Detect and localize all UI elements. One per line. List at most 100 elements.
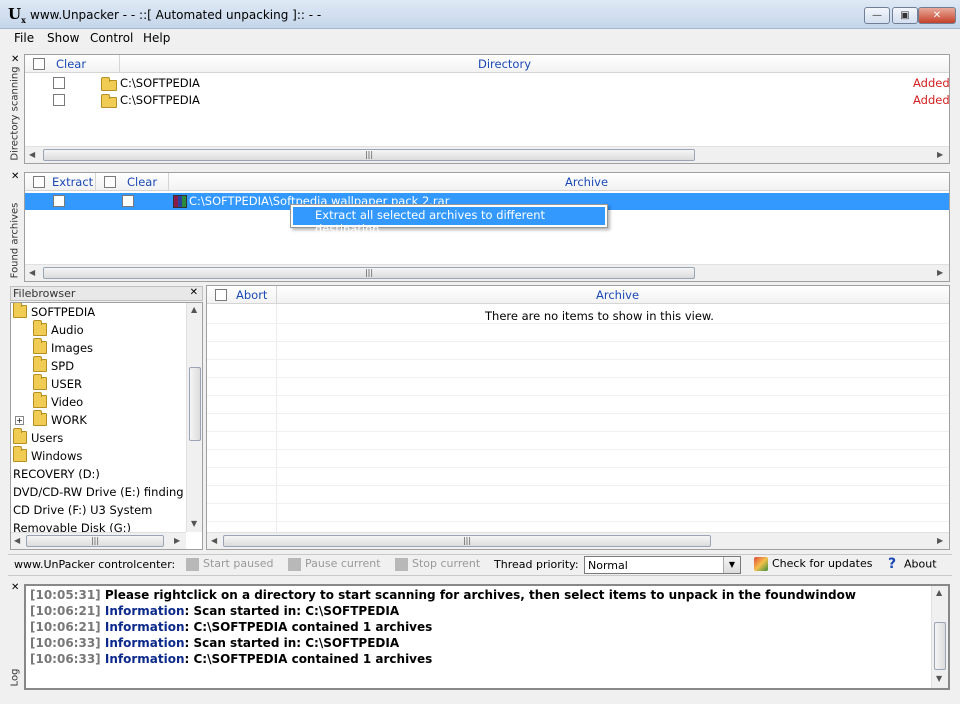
grid-line <box>207 467 949 468</box>
scroll-right-icon[interactable]: ▶ <box>937 150 943 159</box>
row-checkbox[interactable] <box>53 77 65 89</box>
start-paused-icon <box>186 557 199 571</box>
scrollbar-thumb[interactable]: ||| <box>43 149 695 161</box>
tree-item-label: RECOVERY (D:) <box>13 467 100 481</box>
tree-item[interactable]: Video <box>33 392 84 409</box>
select-all-abort-checkbox[interactable] <box>215 289 227 301</box>
start-paused-button[interactable]: Start paused <box>186 557 274 573</box>
horizontal-scrollbar[interactable]: ◀ ||| ▶ <box>11 532 186 549</box>
minimize-button[interactable]: — <box>864 7 890 24</box>
scroll-left-icon[interactable]: ◀ <box>14 536 20 545</box>
extract-to-destination-menu-item[interactable]: Extract all selected archives to differe… <box>293 207 605 236</box>
clear-header[interactable]: Clear <box>56 57 86 71</box>
log-timestamp: [10:06:21] <box>30 604 101 618</box>
tree-item[interactable]: SOFTPEDIA <box>13 303 95 319</box>
maximize-button[interactable]: ▣ <box>892 7 918 24</box>
extract-checkbox[interactable] <box>53 195 65 207</box>
scroll-right-icon[interactable]: ▶ <box>937 536 943 545</box>
menu-show[interactable]: Show <box>47 31 79 45</box>
controlcenter-label: www.UnPacker controlcenter: <box>14 558 176 571</box>
scrollbar-thumb[interactable] <box>934 622 946 670</box>
scrollbar-thumb[interactable] <box>189 367 201 441</box>
log-message: Please rightclick on a directory to star… <box>104 588 856 602</box>
tree-item[interactable]: Users <box>13 428 64 445</box>
scroll-up-icon[interactable]: ▲ <box>936 588 942 597</box>
select-all-extract-checkbox[interactable] <box>33 176 45 188</box>
scroll-up-icon[interactable]: ▲ <box>191 305 197 314</box>
tree-item[interactable]: + WORK <box>15 410 87 427</box>
tree-item[interactable]: SPD <box>33 356 75 373</box>
scroll-right-icon[interactable]: ▶ <box>937 268 943 277</box>
tree-item-label: Video <box>51 395 84 409</box>
folder-icon <box>33 338 47 354</box>
grid-line <box>207 395 949 396</box>
check-updates-button[interactable]: Check for updates <box>754 557 872 571</box>
log-message: : Scan started in: C:\SOFTPEDIA <box>184 636 400 650</box>
scroll-down-icon[interactable]: ▼ <box>191 519 197 528</box>
tree-item[interactable]: CD Drive (F:) U3 System <box>13 503 152 517</box>
vertical-scrollbar[interactable]: ▲ ▼ <box>931 586 948 688</box>
scroll-down-icon[interactable]: ▼ <box>936 674 942 683</box>
archive-header[interactable]: Archive <box>596 288 639 302</box>
found-archives-sidebar: ✕ Found archives <box>8 169 22 281</box>
menu-help[interactable]: Help <box>143 31 170 45</box>
scrollbar-thumb[interactable]: ||| <box>43 267 695 279</box>
pause-current-button[interactable]: Pause current <box>288 557 381 573</box>
scroll-left-icon[interactable]: ◀ <box>211 536 217 545</box>
tree-item-label: Users <box>31 431 64 445</box>
log-kind: Information <box>104 604 185 618</box>
folder-icon <box>13 428 27 444</box>
folder-icon <box>33 374 47 390</box>
scrollbar-thumb[interactable]: ||| <box>26 535 164 547</box>
tree-item-label: SPD <box>51 359 75 373</box>
tree-item[interactable]: Audio <box>33 320 84 337</box>
table-row[interactable]: C:\SOFTPEDIA Added <box>25 92 950 109</box>
grid-line <box>207 341 949 342</box>
unpack-header: Abort Archive <box>207 286 949 304</box>
log-message: : C:\SOFTPEDIA contained 1 archives <box>184 620 433 634</box>
tree-item[interactable]: RECOVERY (D:) <box>13 467 100 481</box>
close-panel-icon[interactable]: ✕ <box>11 582 19 593</box>
table-row[interactable]: C:\SOFTPEDIA Added <box>25 75 950 92</box>
vertical-scrollbar[interactable]: ▲ ▼ <box>186 303 202 532</box>
tree-item[interactable]: Windows <box>13 446 83 463</box>
horizontal-scrollbar[interactable]: ◀ ||| ▶ <box>25 146 949 163</box>
horizontal-scrollbar[interactable]: ◀ ||| ▶ <box>207 532 949 549</box>
archive-header[interactable]: Archive <box>565 175 608 189</box>
thread-priority-select[interactable]: Normal ▼ <box>584 556 741 574</box>
clear-header[interactable]: Clear <box>127 175 157 189</box>
chevron-down-icon[interactable]: ▼ <box>723 557 740 573</box>
tree-item[interactable]: DVD/CD-RW Drive (E:) finding ne <box>13 485 202 499</box>
directory-scanning-pane: Clear Directory C:\SOFTPEDIA Added C:\SO… <box>24 54 950 164</box>
select-all-checkbox[interactable] <box>33 58 45 70</box>
scroll-right-icon[interactable]: ▶ <box>174 536 180 545</box>
row-checkbox[interactable] <box>53 94 65 106</box>
title-bar[interactable]: Ux www.Unpacker - - ::[ Automated unpack… <box>0 0 960 29</box>
directory-scanning-label: Directory scanning <box>9 66 21 161</box>
menu-file[interactable]: File <box>14 31 34 45</box>
close-panel-icon[interactable]: ✕ <box>190 287 198 298</box>
stop-current-button[interactable]: Stop current <box>395 557 480 573</box>
scroll-left-icon[interactable]: ◀ <box>29 268 35 277</box>
clear-checkbox[interactable] <box>122 195 134 207</box>
horizontal-scrollbar[interactable]: ◀ ||| ▶ <box>25 264 949 281</box>
folder-icon <box>33 356 47 372</box>
expand-plus-icon[interactable]: + <box>15 416 24 425</box>
close-panel-icon[interactable]: ✕ <box>11 171 19 182</box>
about-button[interactable]: ? About <box>888 557 937 572</box>
scrollbar-thumb[interactable]: ||| <box>223 535 711 547</box>
select-all-clear-checkbox[interactable] <box>104 176 116 188</box>
log-timestamp: [10:05:31] <box>30 588 101 602</box>
menu-control[interactable]: Control <box>90 31 133 45</box>
update-icon <box>754 557 768 571</box>
log-kind: Information <box>104 636 185 650</box>
tree-item-label: Audio <box>51 323 84 337</box>
scroll-left-icon[interactable]: ◀ <box>29 150 35 159</box>
tree-item-label: Windows <box>31 449 83 463</box>
extract-header[interactable]: Extract <box>52 175 93 189</box>
close-button[interactable]: ✕ <box>918 7 956 24</box>
tree-item[interactable]: Images <box>33 338 93 355</box>
directory-header-label[interactable]: Directory <box>478 57 531 71</box>
tree-item[interactable]: USER <box>33 374 82 391</box>
abort-header[interactable]: Abort <box>236 288 267 302</box>
